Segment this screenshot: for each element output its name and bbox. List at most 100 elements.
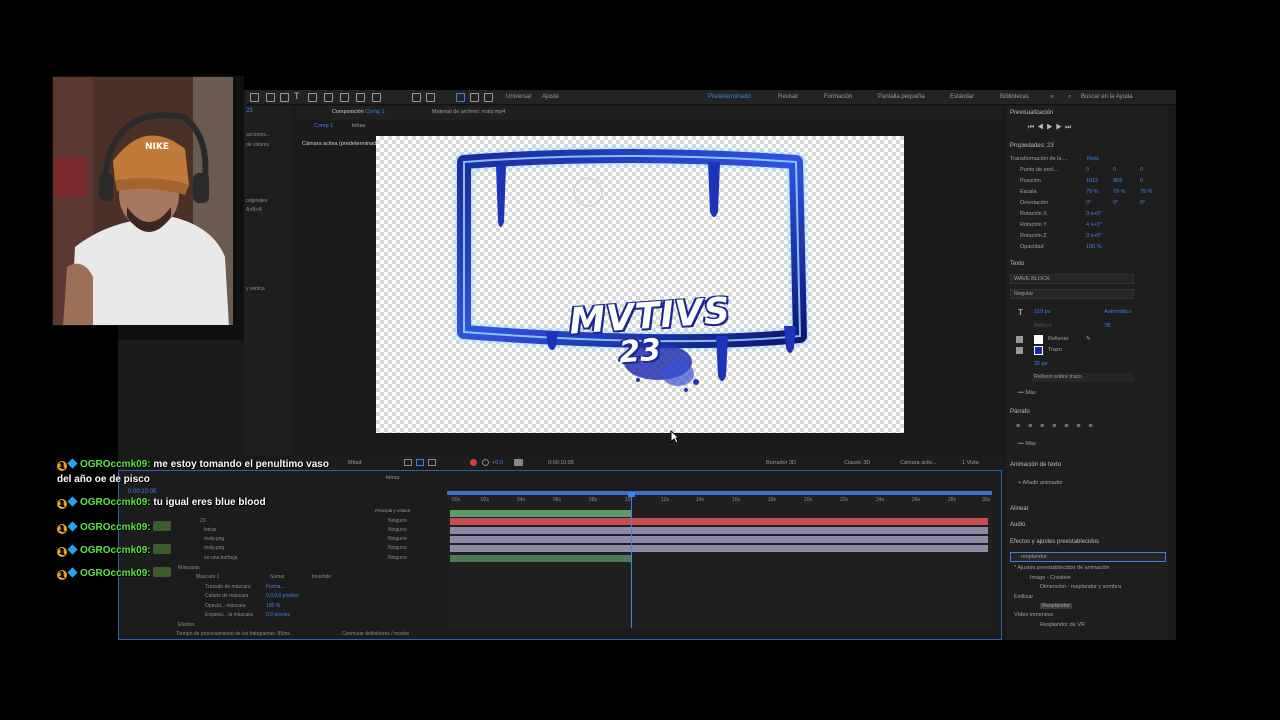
- transparency-grid-icon[interactable]: [416, 459, 424, 466]
- playback-controls[interactable]: ⏮◀▶▶⏭: [1028, 124, 1074, 132]
- chat-username[interactable]: OGROccmk09:: [80, 522, 151, 533]
- add-animator-button[interactable]: + Añadir animador: [1018, 480, 1063, 486]
- layer-bar-letras[interactable]: [450, 527, 988, 534]
- workspace-estandar[interactable]: Estándar: [950, 94, 974, 100]
- layer-bar-green[interactable]: [450, 510, 632, 517]
- prop-value[interactable]: 0 x+0°: [1086, 233, 1102, 239]
- effects-group[interactable]: Efectos: [178, 622, 195, 628]
- axis-icon[interactable]: [426, 93, 435, 102]
- layer-parent[interactable]: Ninguno: [388, 545, 407, 551]
- stroke-checkbox[interactable]: [1016, 347, 1023, 354]
- hand-icon[interactable]: [470, 93, 479, 102]
- layer-name[interactable]: maty.png: [204, 536, 224, 542]
- fill-checkbox[interactable]: [1016, 336, 1023, 343]
- transform-reset[interactable]: Rest.: [1087, 156, 1100, 162]
- prop-value[interactable]: 0°: [1086, 200, 1091, 206]
- more-workspaces-icon[interactable]: »: [1050, 94, 1053, 100]
- camera-select[interactable]: Cámara activ...: [900, 460, 937, 466]
- playhead[interactable]: [631, 492, 632, 628]
- snap-icon[interactable]: [412, 93, 421, 102]
- effects-tree-item[interactable]: Vídeo inmersivo: [1014, 612, 1053, 618]
- prop-value[interactable]: 0°: [1113, 200, 1118, 206]
- chat-username[interactable]: OGROccmk09:: [80, 459, 151, 470]
- ajuste-checkbox[interactable]: Ajuste: [542, 94, 559, 100]
- chat-username[interactable]: OGROccmk09:: [80, 568, 151, 579]
- mask-prop-value[interactable]: 100 %: [266, 603, 280, 609]
- workspace-revisar[interactable]: Revisar: [778, 94, 798, 100]
- layer-parent[interactable]: Ninguno: [388, 536, 407, 542]
- resolution-select[interactable]: Mitad: [348, 460, 361, 466]
- stroke-size-value[interactable]: 32 px: [1034, 361, 1047, 367]
- masks-group[interactable]: Máscaras: [178, 565, 200, 571]
- effects-tree-item[interactable]: Resplandor de VR: [1040, 622, 1085, 628]
- prop-value[interactable]: 0: [1086, 167, 1089, 173]
- align-panel-title[interactable]: Alinear: [1010, 506, 1029, 512]
- help-search-input[interactable]: Buscar en la Ayuda: [1081, 94, 1133, 100]
- prop-value[interactable]: 0: [1113, 167, 1116, 173]
- tab-footage[interactable]: Material de archivo: maty.mp4: [432, 109, 505, 115]
- mask-view-icon[interactable]: [428, 459, 436, 466]
- fill-swatch[interactable]: [1034, 335, 1043, 344]
- layer-parent[interactable]: Ninguno: [388, 527, 407, 533]
- exposure-value[interactable]: +0.0: [492, 460, 503, 466]
- exposure-icon[interactable]: [482, 459, 489, 466]
- stroke-swatch[interactable]: [1034, 346, 1043, 355]
- workspace-predeterminado[interactable]: Predeterminado: [708, 94, 751, 100]
- brush-icon[interactable]: [308, 93, 317, 102]
- workspace-bibliotecas[interactable]: Bibliotecas: [1000, 94, 1029, 100]
- leading-value[interactable]: Automático: [1104, 309, 1132, 315]
- mask-mode[interactable]: Sumar: [270, 574, 285, 580]
- prop-value[interactable]: 4 x+3°: [1086, 222, 1102, 228]
- layer-name[interactable]: en una burbuja: [204, 555, 237, 561]
- left-panel-item[interactable]: originales: [246, 198, 267, 204]
- paragraph-more-button[interactable]: ••• Más: [1018, 441, 1036, 447]
- timeline-timecode[interactable]: 0:00:10:05: [128, 489, 156, 495]
- effects-search-input[interactable]: resplandor: [1010, 552, 1166, 562]
- toggle-switches-button[interactable]: Conmutar definidores / modos: [342, 631, 409, 637]
- prop-value[interactable]: 0 x+0°: [1086, 211, 1102, 217]
- effects-tree-item-selected[interactable]: Resplandor: [1040, 603, 1073, 609]
- universal-label[interactable]: Universal: [506, 94, 531, 100]
- mask-prop-value[interactable]: Forma...: [266, 584, 285, 590]
- chat-username[interactable]: OGROccmk09:: [80, 497, 151, 508]
- prop-value[interactable]: 79 %: [1086, 189, 1099, 195]
- region-icon[interactable]: [404, 459, 412, 466]
- prop-value[interactable]: 100 %: [1086, 244, 1102, 250]
- mask-name[interactable]: Máscara 1: [196, 574, 219, 580]
- layer-name[interactable]: 23: [200, 518, 206, 524]
- effects-tree-item[interactable]: Estilizar: [1014, 594, 1033, 600]
- pen-icon[interactable]: [280, 93, 289, 102]
- workspace-formacion[interactable]: Formación: [824, 94, 852, 100]
- mask-inverted[interactable]: Invertido: [312, 574, 331, 580]
- viewer-timecode[interactable]: 0:00:10:05: [548, 460, 574, 466]
- puppet-icon[interactable]: [372, 93, 381, 102]
- home-icon[interactable]: [250, 93, 259, 102]
- prop-value[interactable]: 79 %: [1113, 189, 1126, 195]
- renderer-label[interactable]: Borrador 3D: [766, 460, 796, 466]
- select-icon[interactable]: [266, 93, 275, 102]
- composition-canvas[interactable]: MVTIVS 23: [376, 136, 904, 433]
- snapshot-camera-icon[interactable]: [514, 459, 523, 466]
- subtab-comp[interactable]: Comp 1: [314, 123, 333, 129]
- work-area-bar[interactable]: [447, 491, 992, 495]
- chat-username[interactable]: OGROccmk09:: [80, 545, 151, 556]
- layer-name[interactable]: maty.png: [204, 545, 224, 551]
- left-panel-item[interactable]: acciones...: [246, 132, 270, 138]
- stroke-mode-select[interactable]: Relleno sobre trazo: [1032, 373, 1134, 382]
- prop-value[interactable]: 0°: [1140, 200, 1145, 206]
- left-panel-item[interactable]: y vertica: [246, 286, 265, 292]
- stamp-icon[interactable]: [324, 93, 333, 102]
- tab-composition[interactable]: Composición Comp 1: [332, 109, 385, 115]
- prop-value[interactable]: 0: [1140, 167, 1143, 173]
- prop-value[interactable]: 869: [1113, 178, 1122, 184]
- channel-icon[interactable]: [470, 459, 477, 466]
- prop-value[interactable]: 1012: [1086, 178, 1098, 184]
- layer-name[interactable]: letras: [204, 527, 216, 533]
- paragraph-align-buttons[interactable]: ≡≡≡≡≡≡≡: [1016, 423, 1101, 430]
- tracking-value[interactable]: 78: [1104, 323, 1110, 329]
- layer-bar-maty-1[interactable]: [450, 536, 988, 543]
- rotate-icon[interactable]: [484, 93, 493, 102]
- effects-tree-item[interactable]: Image - Creative: [1030, 575, 1071, 581]
- playhead-handle[interactable]: [628, 492, 635, 497]
- font-style-select[interactable]: Regular: [1010, 289, 1134, 299]
